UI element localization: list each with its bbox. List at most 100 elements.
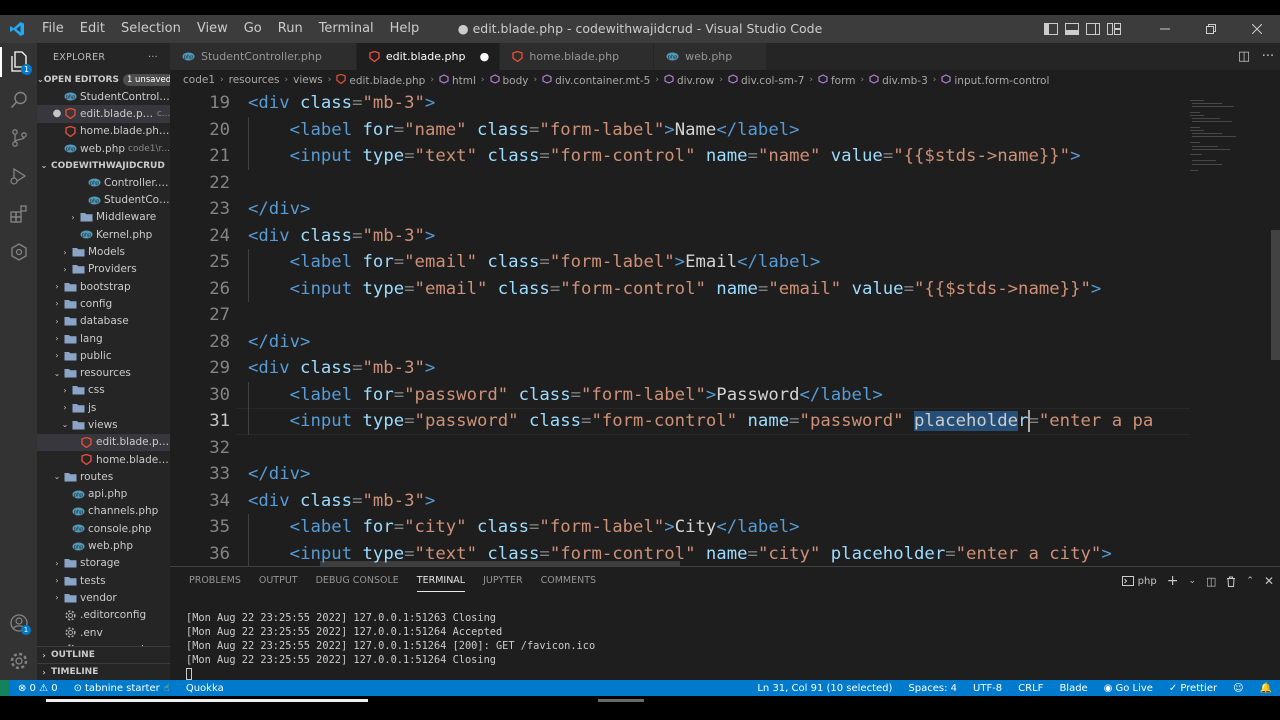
code-editor[interactable]: 19 <div class="mb-3"> 20 <label for="name" … [170, 90, 1280, 566]
breadcrumb-item[interactable]: input.form-control [941, 73, 1049, 87]
restore-button[interactable] [1188, 15, 1234, 43]
customize-layout-icon[interactable] [1103, 15, 1124, 43]
tab-studentcontroller-php[interactable]: php StudentController.php [170, 43, 357, 70]
breadcrumb-item[interactable]: div.col-sm-7 [728, 73, 804, 87]
timeline-header[interactable]: › TIMELINE [37, 663, 170, 680]
code-line[interactable]: 26 <input type="email" class="form-contro… [170, 275, 1190, 302]
remote-indicator[interactable] [0, 680, 10, 696]
code-line[interactable]: 32 [170, 435, 1190, 462]
menu-help[interactable]: Help [382, 15, 428, 43]
code-line[interactable]: 35 <label for="city" class="form-label">C… [170, 514, 1190, 541]
breadcrumb-item[interactable]: div.row [664, 73, 714, 87]
tree-item-resources[interactable]: ⌄ resources [37, 364, 170, 381]
maximize-panel-icon[interactable]: ⌃ [1246, 576, 1254, 586]
tree-item-middleware[interactable]: › Middleware [37, 209, 170, 226]
menu-run[interactable]: Run [270, 15, 311, 43]
outline-header[interactable]: › OUTLINE [37, 646, 170, 663]
tab-home-blade-php[interactable]: home.blade.php [500, 43, 655, 70]
accounts-icon[interactable]: 1 [0, 604, 37, 642]
tree-item-views[interactable]: ⌄ views [37, 416, 170, 433]
tree-item-config[interactable]: › config [37, 295, 170, 312]
breadcrumb-item[interactable]: body [489, 73, 528, 87]
vertical-scrollbar[interactable] [1271, 230, 1280, 360]
code-line[interactable]: 20 <label for="name" class="form-label">N… [170, 116, 1190, 143]
open-editor-item[interactable]: ● edit.blade.php c... [37, 105, 170, 123]
code-line[interactable]: 31 <input type="password" class="form-con… [170, 408, 1190, 435]
status-spaces[interactable]: Spaces: 4 [900, 683, 965, 694]
tree-item-controller-p[interactable]: php Controller.p... [37, 174, 170, 191]
explorer-icon[interactable]: 1 [0, 43, 37, 81]
menu-file[interactable]: File [34, 15, 72, 43]
code-line[interactable]: 22 [170, 170, 1190, 197]
tree-item-bootstrap[interactable]: › bootstrap [37, 278, 170, 295]
code-line[interactable]: 25 <label for="email" class="form-label">… [170, 249, 1190, 276]
code-line[interactable]: 29 <div class="mb-3"> [170, 355, 1190, 382]
panel-tab-output[interactable]: OUTPUT [250, 567, 307, 595]
terminal-dropdown-icon[interactable]: ⌄ [1188, 576, 1196, 586]
code-line[interactable]: 30 <label for="password" class="form-labe… [170, 381, 1190, 408]
code-line[interactable]: 34 <div class="mb-3"> [170, 488, 1190, 515]
terminal-output[interactable]: [Mon Aug 22 23:25:55 2022] 127.0.0.1:512… [186, 611, 595, 681]
tree-item-js[interactable]: › js [37, 399, 170, 416]
status-encoding[interactable]: UTF-8 [965, 683, 1010, 694]
tree-item-env[interactable]: .env [37, 624, 170, 641]
menu-view[interactable]: View [189, 15, 236, 43]
remote-explorer-icon[interactable] [0, 233, 37, 271]
panel-tab-comments[interactable]: COMMENTS [532, 567, 605, 595]
open-editors-header[interactable]: ⌄ OPEN EDITORS 1 unsaved [37, 71, 170, 88]
status-language[interactable]: Blade [1051, 683, 1095, 694]
menu-selection[interactable]: Selection [113, 15, 189, 43]
code-line[interactable]: 27 [170, 302, 1190, 329]
menu-go[interactable]: Go [236, 15, 270, 43]
status-tabnine[interactable]: ⊙ tabnine starter ☝ [66, 683, 178, 694]
breadcrumb-item[interactable]: views [293, 74, 323, 86]
code-line[interactable]: 24 <div class="mb-3"> [170, 223, 1190, 250]
open-editor-item[interactable]: php StudentControll... [37, 88, 170, 105]
minimap[interactable] [1188, 90, 1268, 190]
tree-item-kernel-php[interactable]: php Kernel.php [37, 226, 170, 243]
code-line[interactable]: 23 </div> [170, 196, 1190, 223]
tree-item-editorconfig[interactable]: .editorconfig [37, 607, 170, 624]
extensions-icon[interactable] [0, 195, 37, 233]
kill-terminal-icon[interactable] [1226, 576, 1236, 587]
tree-item-database[interactable]: › database [37, 313, 170, 330]
code-line[interactable]: 19 <div class="mb-3"> [170, 90, 1190, 117]
source-control-icon[interactable] [0, 119, 37, 157]
tab-edit-blade-php[interactable]: edit.blade.php ● [356, 43, 501, 70]
breadcrumb-item[interactable]: div.container.mt-5 [542, 73, 650, 87]
toggle-panel-icon[interactable] [1061, 15, 1082, 43]
tree-item-edit-blade-php[interactable]: edit.blade.php [37, 433, 170, 451]
close-button[interactable] [1234, 15, 1280, 43]
panel-tab-debug-console[interactable]: DEBUG CONSOLE [307, 567, 408, 595]
code-line[interactable]: 33 </div> [170, 461, 1190, 488]
tree-item-css[interactable]: › css [37, 382, 170, 399]
tree-item-providers[interactable]: › Providers [37, 261, 170, 278]
open-editor-item[interactable]: home.blade.php... [37, 123, 170, 140]
breadcrumb-item[interactable]: div.mb-3 [869, 73, 928, 87]
status-golive[interactable]: ◉ Go Live [1096, 683, 1161, 694]
project-header[interactable]: ⌄ CODEWITHWAJIDCRUD [37, 157, 170, 174]
breadcrumb-item[interactable]: form [818, 73, 855, 87]
status-eol[interactable]: CRLF [1010, 683, 1051, 694]
toggle-sidebar-icon[interactable] [1040, 15, 1061, 43]
code-line[interactable]: 28 </div> [170, 329, 1190, 356]
unsaved-dot-icon[interactable]: ● [479, 50, 490, 63]
tree-item-vendor[interactable]: › vendor [37, 589, 170, 606]
open-editor-item[interactable]: php web.php code1\r... [37, 140, 170, 157]
tree-item-channels-php[interactable]: php channels.php [37, 503, 170, 520]
unsaved-dot-icon[interactable]: ● [51, 108, 63, 119]
feedback-icon[interactable]: ☺ [1225, 683, 1251, 694]
progress-bar[interactable] [46, 699, 368, 702]
run-debug-icon[interactable] [0, 157, 37, 195]
new-terminal-icon[interactable]: + [1167, 573, 1179, 589]
split-editor-icon[interactable]: ◫ [1232, 49, 1256, 64]
breadcrumb-item[interactable]: html [439, 73, 476, 87]
terminal-shell[interactable]: php [1121, 576, 1157, 587]
menu-terminal[interactable]: Terminal [311, 15, 382, 43]
status-problems[interactable]: ⊗ 0 ⚠ 0 [10, 683, 66, 694]
tree-item-api-php[interactable]: php api.php [37, 486, 170, 503]
tree-item-storage[interactable]: › storage [37, 555, 170, 572]
code-line[interactable]: 36 <input type="text" class="form-control… [170, 540, 1190, 566]
panel-tab-problems[interactable]: PROBLEMS [180, 567, 250, 595]
status-quokka[interactable]: Quokka [178, 683, 232, 694]
